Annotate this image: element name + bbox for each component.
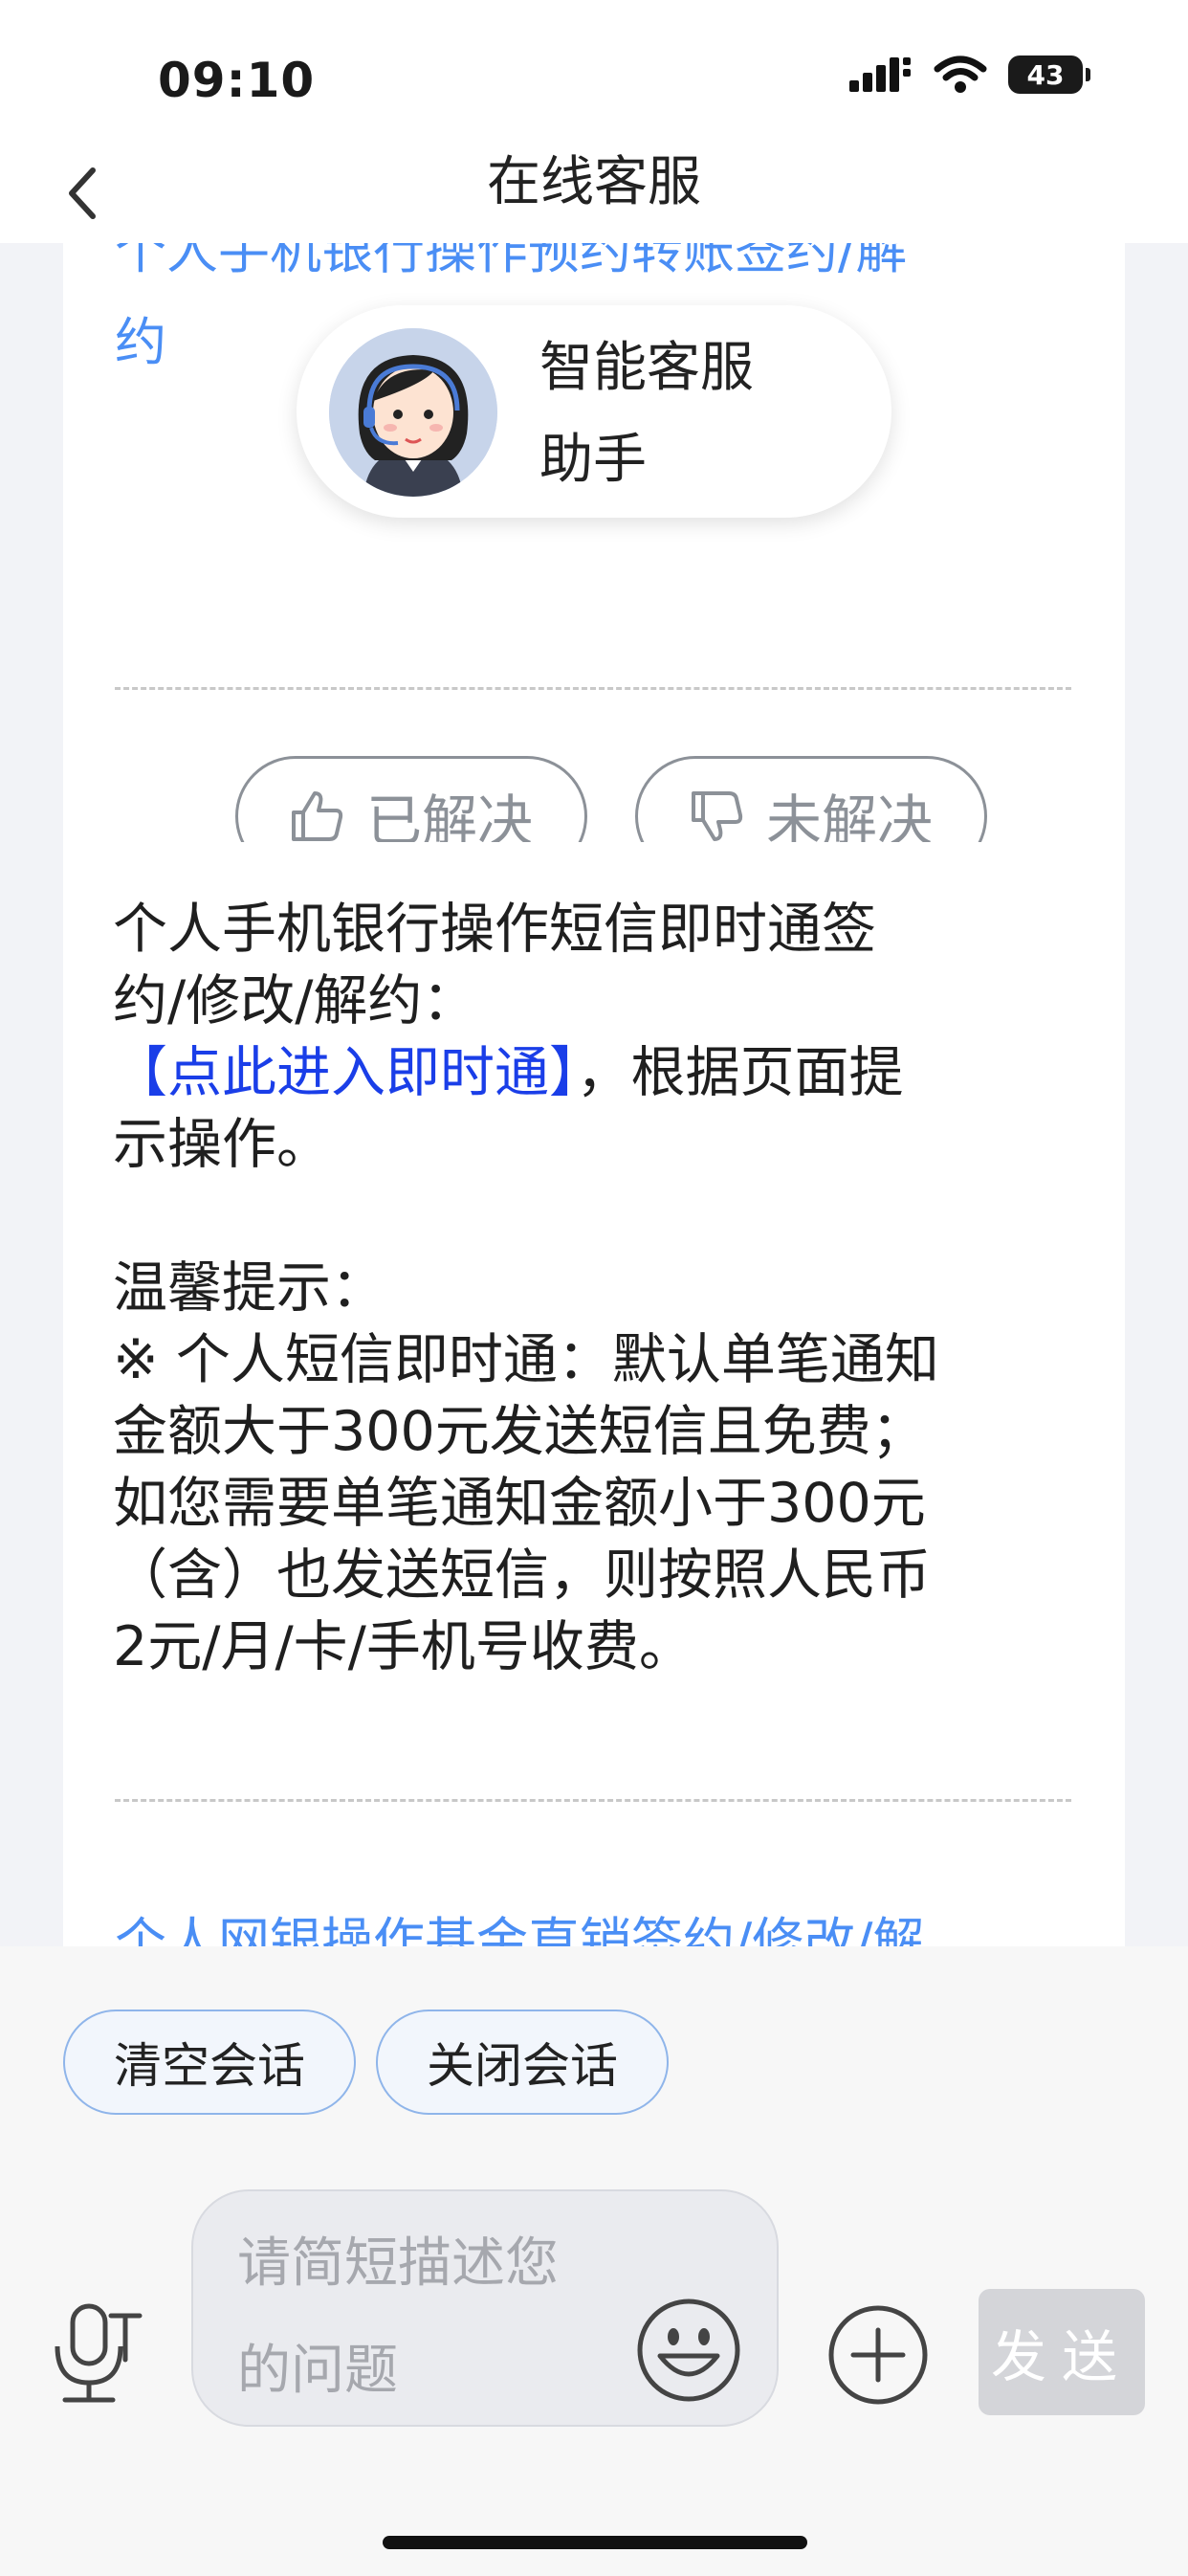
status-icons: 43 bbox=[849, 56, 1090, 94]
clear-chat-button[interactable]: 清空会话 bbox=[63, 2010, 356, 2115]
text-line: 如您需要单笔通知金额小于300元 bbox=[113, 1472, 926, 1535]
faq-link-fund-direct[interactable]: 个人网银操作基金直销签约/修改/解 bbox=[115, 1904, 1090, 1946]
text-line: （含）也发送短信，则按照人民币 bbox=[113, 1543, 931, 1607]
divider bbox=[115, 1799, 1071, 1802]
plus-icon bbox=[828, 2305, 928, 2405]
tip-title: 温馨提示： bbox=[113, 1256, 385, 1320]
assistant-badge: 智能客服 助手 bbox=[297, 305, 891, 518]
placeholder-line: 请简短描述您 bbox=[237, 2232, 559, 2295]
text-line: 【点此进入即时通】，根据页面提 bbox=[113, 1037, 1079, 1109]
assistant-name-line: 助手 bbox=[539, 429, 647, 491]
home-indicator bbox=[383, 2536, 807, 2549]
message-text: 个人手机银行操作短信即时通签 约/修改/解约： 【点此进入即时通】，根据页面提 示操作… bbox=[113, 894, 1079, 1683]
input-placeholder: 请简短描述您 的问题 bbox=[237, 2210, 658, 2425]
text-line: ※ 个人短信即时通：默认单笔通知 bbox=[113, 1328, 939, 1391]
assistant-name: 智能客服 助手 bbox=[539, 322, 807, 506]
divider bbox=[115, 687, 1071, 690]
battery-icon: 43 bbox=[1008, 56, 1090, 94]
emoji-icon bbox=[637, 2298, 740, 2402]
text-line: 2元/月/卡/手机号收费。 bbox=[113, 1615, 693, 1678]
message-input[interactable]: 请简短描述您 的问题 bbox=[191, 2189, 779, 2427]
text-line: 约/修改/解约： bbox=[113, 969, 477, 1033]
avatar bbox=[329, 328, 497, 497]
voice-mic-icon bbox=[55, 2303, 143, 2403]
wifi-icon bbox=[934, 56, 987, 93]
page-title: 在线客服 bbox=[487, 151, 701, 213]
placeholder-line: 的问题 bbox=[237, 2340, 398, 2402]
send-button[interactable]: 发送 bbox=[979, 2289, 1145, 2415]
emoji-button[interactable] bbox=[635, 2297, 742, 2404]
signal-icon bbox=[849, 57, 911, 92]
more-button[interactable] bbox=[826, 2303, 930, 2407]
link-line: 个人手机银行操作预约转账签约/解 bbox=[115, 243, 908, 280]
thumbs-up-icon bbox=[291, 791, 343, 841]
text-fragment: ，根据页面提 bbox=[576, 1041, 904, 1104]
voice-button[interactable] bbox=[44, 2300, 149, 2408]
instant-notice-link[interactable]: 【点此进入即时通】 bbox=[113, 1041, 577, 1104]
nav-bar: 在线客服 bbox=[0, 144, 1188, 243]
assistant-name-line: 智能客服 bbox=[539, 337, 754, 399]
chat-area[interactable]: 个人手机银行操作预约转账签约/解 约 已解决 未解决 智能客服 助手 个人手机银… bbox=[0, 243, 1188, 1946]
close-chat-button[interactable]: 关闭会话 bbox=[376, 2010, 669, 2115]
status-time: 09:10 bbox=[158, 53, 316, 108]
text-line: 金额大于300元发送短信且免费； bbox=[113, 1400, 926, 1463]
thumbs-down-icon bbox=[691, 791, 743, 841]
input-panel: 清空会话 关闭会话 请简短描述您 的问题 发送 bbox=[0, 1946, 1188, 2576]
text-line: 示操作。 bbox=[113, 1113, 331, 1176]
message-card: 个人手机银行操作短信即时通签 约/修改/解约： 【点此进入即时通】，根据页面提 示操作… bbox=[63, 842, 1125, 1946]
text-line: 个人手机银行操作短信即时通签 bbox=[113, 898, 876, 961]
status-bar: 09:10 43 bbox=[0, 0, 1188, 144]
